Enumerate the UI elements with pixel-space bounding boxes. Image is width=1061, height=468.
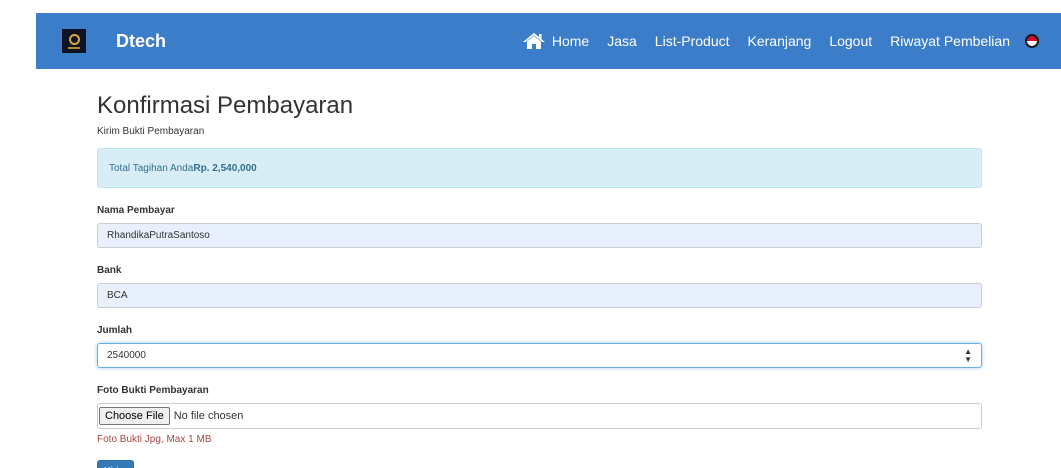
alert-prefix: Total Tagihan Anda [109, 162, 194, 174]
foto-label: Foto Bukti Pembayaran [97, 385, 209, 396]
form-group-bank: Bank BCA [97, 265, 982, 308]
page-title: Konfirmasi Pembayaran [97, 92, 354, 119]
nav-menu: Home Jasa List-Product Keranjang Logout … [513, 13, 1061, 69]
kirim-button[interactable]: Kirim [97, 460, 134, 468]
file-help-text: Foto Bukti Jpg, Max 1 MB [97, 434, 212, 445]
nav-keranjang[interactable]: Keranjang [739, 13, 821, 69]
alert-amount: Rp. 2,540,000 [193, 162, 257, 174]
nav-jasa[interactable]: Jasa [598, 13, 646, 69]
brand-name[interactable]: Dtech [116, 31, 166, 52]
page-subtitle: Kirim Bukti Pembayaran [97, 126, 205, 137]
navbar: Dtech Home Jasa List-Product Keranjang L… [36, 13, 1061, 69]
form-group-jumlah: Jumlah 2540000 ▲ ▼ [97, 325, 982, 368]
home-icon [522, 33, 545, 49]
form-group-foto: Foto Bukti Pembayaran Choose File No fil… [97, 385, 982, 445]
bank-label: Bank [97, 265, 122, 276]
nav-home[interactable]: Home [513, 13, 598, 69]
nama-label: Nama Pembayar [97, 205, 175, 216]
form-group-nama: Nama Pembayar RhandikaPutraSantoso [97, 205, 982, 248]
total-alert: Total Tagihan Anda Rp. 2,540,000 [97, 148, 982, 188]
choose-file-button[interactable]: Choose File [99, 407, 170, 425]
nav-home-label: Home [551, 33, 590, 49]
brand-logo[interactable] [62, 29, 86, 53]
file-input[interactable]: Choose File No file chosen [97, 403, 982, 429]
bank-input[interactable]: BCA [97, 283, 982, 308]
jumlah-label: Jumlah [97, 325, 133, 336]
jumlah-value: 2540000 [107, 350, 146, 361]
main-content: Konfirmasi Pembayaran Kirim Bukti Pembay… [97, 69, 982, 468]
jumlah-input[interactable]: 2540000 ▲ ▼ [97, 343, 982, 368]
file-status: No file chosen [173, 410, 244, 422]
nav-riwayat-pembelian[interactable]: Riwayat Pembelian [881, 13, 1019, 69]
nav-list-product[interactable]: List-Product [646, 13, 739, 69]
nama-input[interactable]: RhandikaPutraSantoso [97, 223, 982, 248]
number-spinner-icon[interactable]: ▲ ▼ [964, 347, 972, 364]
flag-icon[interactable] [1025, 34, 1039, 48]
nav-logout[interactable]: Logout [820, 13, 881, 69]
